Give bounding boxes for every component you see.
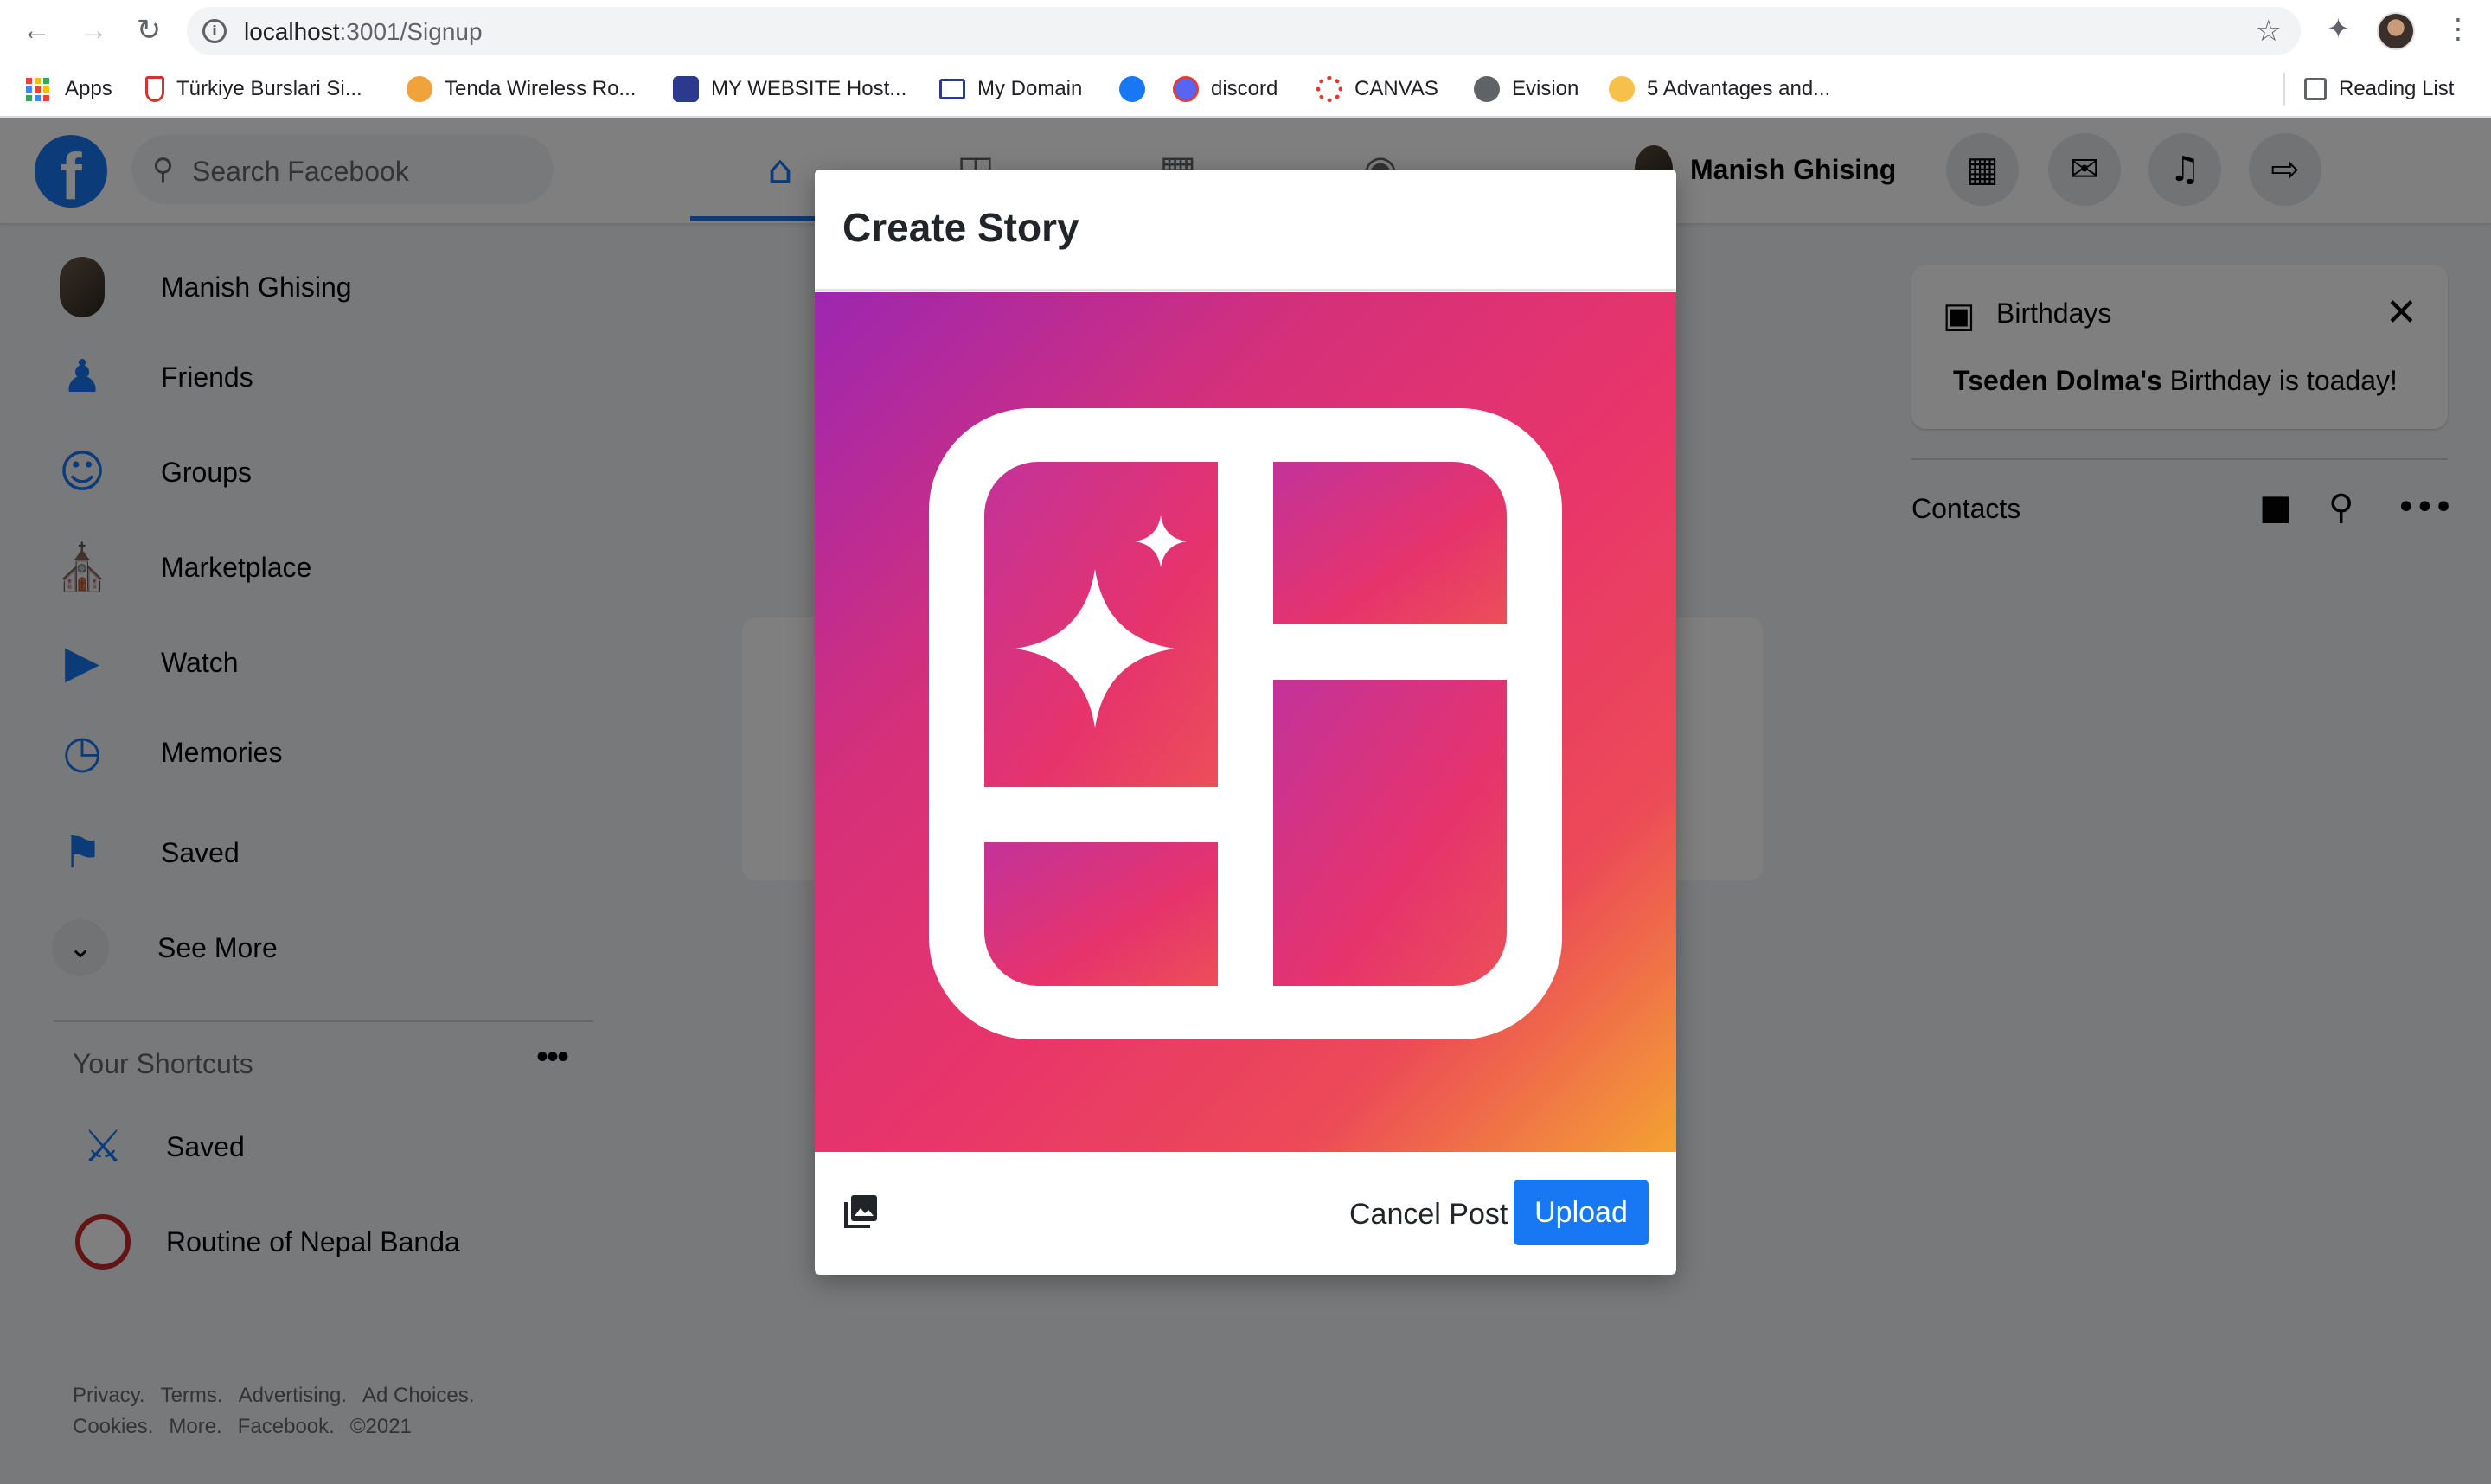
bookmark-star-icon[interactable]: ☆ bbox=[2256, 14, 2282, 48]
reading-list-button[interactable]: Reading List bbox=[2304, 74, 2454, 104]
forward-icon[interactable]: → bbox=[76, 13, 111, 48]
address-bar[interactable]: i localhost:3001/Signup ☆ bbox=[187, 7, 2301, 55]
profile-avatar[interactable] bbox=[2377, 12, 2415, 50]
bookmark-discord[interactable]: discord bbox=[1173, 74, 1278, 104]
bookmark-my-domain[interactable]: My Domain bbox=[939, 74, 1082, 104]
upload-button[interactable]: Upload bbox=[1514, 1180, 1649, 1245]
globe-icon bbox=[1474, 76, 1500, 102]
bookmark-my-website[interactable]: MY WEBSITE Host... bbox=[673, 74, 906, 104]
tenda-icon bbox=[407, 76, 432, 102]
bookmark-turkiye-burslari[interactable]: Türkiye Burslari Si... bbox=[145, 74, 362, 104]
reading-list-icon bbox=[2304, 78, 2327, 100]
browser-toolbar: ← → ↻ i localhost:3001/Signup ☆ ✦ ⋮ bbox=[0, 0, 2491, 61]
photo-gallery-icon[interactable] bbox=[842, 1192, 880, 1230]
discord-icon bbox=[1173, 76, 1199, 102]
bookmark-evision[interactable]: Evision bbox=[1474, 74, 1578, 104]
cancel-post-button[interactable]: Cancel Post bbox=[1334, 1183, 1523, 1245]
emoji-icon bbox=[1609, 76, 1635, 102]
reload-icon[interactable]: ↻ bbox=[131, 13, 166, 48]
story-preview-image bbox=[815, 292, 1676, 1152]
turkiye-burslari-icon bbox=[145, 76, 164, 102]
bookmark-tenda[interactable]: Tenda Wireless Ro... bbox=[407, 74, 636, 104]
modal-title: Create Story bbox=[842, 205, 1079, 250]
bookmarks-divider bbox=[2283, 73, 2285, 106]
extensions-icon[interactable]: ✦ bbox=[2327, 12, 2350, 45]
url-text[interactable]: localhost:3001/Signup bbox=[244, 18, 483, 46]
story-collage-icon bbox=[929, 408, 1562, 1039]
apps-grid-icon bbox=[26, 77, 49, 101]
bookmark-5-advantages[interactable]: 5 Advantages and... bbox=[1609, 74, 1830, 104]
hosting-icon bbox=[673, 76, 699, 102]
facebook-icon bbox=[1119, 76, 1145, 102]
modal-footer: Cancel Post Upload bbox=[815, 1152, 1676, 1275]
modal-header-divider bbox=[815, 289, 1676, 291]
domain-icon bbox=[939, 79, 965, 99]
bookmarks-bar: Apps Türkiye Burslari Si... Tenda Wirele… bbox=[0, 61, 2491, 118]
site-info-icon[interactable]: i bbox=[202, 19, 227, 43]
back-icon[interactable]: ← bbox=[19, 13, 54, 48]
bookmark-canvas[interactable]: CANVAS bbox=[1316, 74, 1438, 104]
canvas-icon bbox=[1316, 76, 1342, 102]
menu-kebab-icon[interactable]: ⋮ bbox=[2444, 12, 2472, 45]
bookmark-facebook[interactable] bbox=[1119, 74, 1157, 104]
create-story-modal: Create Story Cancel Post Upload bbox=[815, 170, 1676, 1275]
bookmark-apps[interactable]: Apps bbox=[26, 74, 112, 104]
